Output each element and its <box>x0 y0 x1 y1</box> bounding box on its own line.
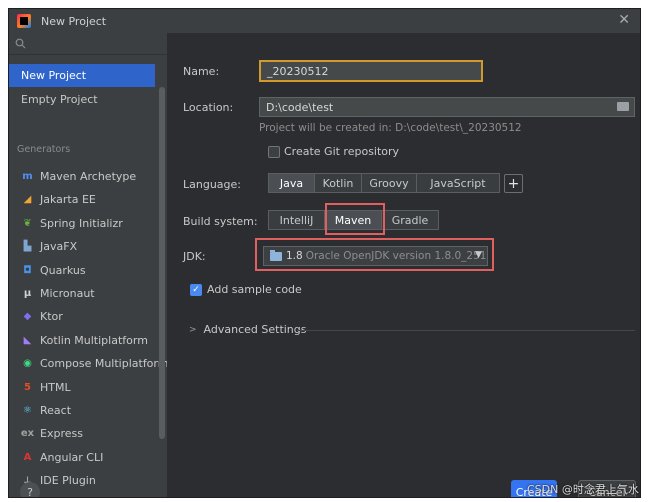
close-icon[interactable]: ✕ <box>618 12 630 28</box>
sidebar-item-new-project[interactable]: New Project <box>9 64 155 87</box>
sidebar-item-label: Angular CLI <box>40 450 104 464</box>
sidebar-item-label: Compose Multiplatform <box>40 357 169 371</box>
express-icon: ex <box>20 428 35 440</box>
sidebar-item-kotlin-multiplatform[interactable]: ◣ Kotlin Multiplatform <box>9 329 155 352</box>
sidebar-item-label: Empty Project <box>21 93 98 106</box>
sidebar-item-express[interactable]: ex Express <box>9 422 155 445</box>
sidebar: New Project Empty Project Generators m Ma… <box>9 33 168 497</box>
sidebar-item-ktor[interactable]: ◆ Ktor <box>9 305 155 328</box>
advanced-settings-toggle[interactable]: > Advanced Settings <box>189 323 307 336</box>
window-title: New Project <box>41 14 107 28</box>
html-icon: 5 <box>24 381 31 393</box>
language-option-javascript[interactable]: JavaScript <box>417 174 499 192</box>
sample-code-label: Add sample code <box>207 283 302 296</box>
sidebar-item-label: HTML <box>40 380 71 394</box>
sidebar-item-spring-initializr[interactable]: ❦ Spring Initializr <box>9 212 155 235</box>
generators-section-label: Generators <box>17 144 71 155</box>
sidebar-item-label: JavaFX <box>40 240 78 254</box>
language-option-java[interactable]: Java <box>269 174 315 192</box>
location-input-value: D:\code\test <box>266 100 334 114</box>
language-option-groovy[interactable]: Groovy <box>362 174 417 192</box>
language-option-kotlin[interactable]: Kotlin <box>315 174 362 192</box>
chevron-down-icon: ▼ <box>475 250 482 260</box>
title-bar: New Project ✕ <box>9 9 640 33</box>
new-project-dialog: New Project ✕ New Project Empty Project … <box>8 8 641 498</box>
location-hint: Project will be created in: D:\code\test… <box>259 122 522 134</box>
divider <box>297 330 635 331</box>
add-language-button[interactable]: + <box>504 174 523 193</box>
folder-browse-icon[interactable] <box>617 102 629 111</box>
sidebar-search[interactable] <box>9 33 167 55</box>
intellij-logo-icon <box>17 14 31 28</box>
build-option-intellij[interactable]: IntelliJ <box>269 211 325 229</box>
ktor-icon: ◆ <box>23 311 32 323</box>
sidebar-item-label: Maven Archetype <box>40 170 137 183</box>
compose-icon: ◉ <box>23 358 32 370</box>
sidebar-item-maven-archetype[interactable]: m Maven Archetype <box>9 165 155 188</box>
react-icon: ⚛ <box>23 405 32 416</box>
git-checkbox[interactable] <box>268 146 280 158</box>
sidebar-item-compose-multiplatform[interactable]: ◉ Compose Multiplatform <box>9 352 168 375</box>
sidebar-item-label: Jakarta EE <box>40 193 96 207</box>
name-input[interactable]: _20230512 <box>259 60 483 82</box>
advanced-settings-label: Advanced Settings <box>203 323 307 336</box>
jdk-description: Oracle OpenJDK version 1.8.0_251 <box>305 250 487 262</box>
csdn-watermark: CSDN @时念君上气水 <box>527 483 639 496</box>
language-label: Language: <box>183 178 241 191</box>
sidebar-item-label: React <box>40 404 72 417</box>
location-label: Location: <box>183 101 234 114</box>
name-input-value: _20230512 <box>267 64 329 78</box>
jakarta-icon: ◢ <box>23 194 32 206</box>
project-settings-panel: Name: _20230512 Location: D:\code\test P… <box>167 33 640 497</box>
jdk-version: 1.8 <box>286 250 303 262</box>
sidebar-item-quarkus[interactable]: ◘ Quarkus <box>9 259 155 282</box>
angular-icon: A <box>23 451 32 463</box>
sidebar-item-label: Micronaut <box>40 287 95 300</box>
kotlin-icon: ◣ <box>23 334 32 346</box>
sidebar-item-react[interactable]: ⚛ React <box>9 399 155 422</box>
sidebar-item-label: IDE Plugin <box>40 474 96 488</box>
search-icon <box>15 38 26 49</box>
language-selector: Java Kotlin Groovy JavaScript <box>268 173 500 193</box>
sidebar-item-label: Spring Initializr <box>40 216 123 230</box>
m-icon: m <box>22 171 33 182</box>
jdk-folder-icon <box>270 249 282 261</box>
build-option-gradle[interactable]: Gradle <box>382 211 438 229</box>
sidebar-item-label: Express <box>40 427 83 441</box>
maven-highlight-box <box>325 203 385 235</box>
help-button[interactable]: ? <box>20 482 40 497</box>
sidebar-item-micronaut[interactable]: μ Micronaut <box>9 282 155 305</box>
chevron-right-icon: > <box>189 324 197 335</box>
sidebar-item-label: Kotlin Multiplatform <box>40 333 148 347</box>
spring-icon: ❦ <box>23 217 32 229</box>
sidebar-item-empty-project[interactable]: Empty Project <box>9 88 155 111</box>
sidebar-item-javafx[interactable]: ▙ JavaFX <box>9 235 155 258</box>
javafx-icon: ▙ <box>23 241 32 253</box>
sample-code-checkbox[interactable]: ✓ <box>190 284 202 296</box>
sidebar-item-label: New Project <box>21 69 87 82</box>
jdk-dropdown[interactable]: 1.8 Oracle OpenJDK version 1.8.0_251 ▼ <box>263 246 488 266</box>
sidebar-item-html[interactable]: 5 HTML <box>9 376 155 399</box>
quarkus-icon: ◘ <box>23 264 32 276</box>
build-system-label: Build system: <box>183 215 258 228</box>
sidebar-item-label: Quarkus <box>40 263 86 277</box>
sidebar-scrollbar[interactable] <box>159 87 165 439</box>
jdk-label: JDK: <box>183 250 206 263</box>
sidebar-item-jakarta-ee[interactable]: ◢ Jakarta EE <box>9 188 155 211</box>
git-checkbox-label: Create Git repository <box>284 145 400 158</box>
sidebar-item-label: Ktor <box>40 310 63 324</box>
micronaut-icon: μ <box>23 288 32 299</box>
name-label: Name: <box>183 65 220 78</box>
location-input[interactable]: D:\code\test <box>259 97 635 117</box>
sidebar-item-angular-cli[interactable]: A Angular CLI <box>9 446 155 469</box>
